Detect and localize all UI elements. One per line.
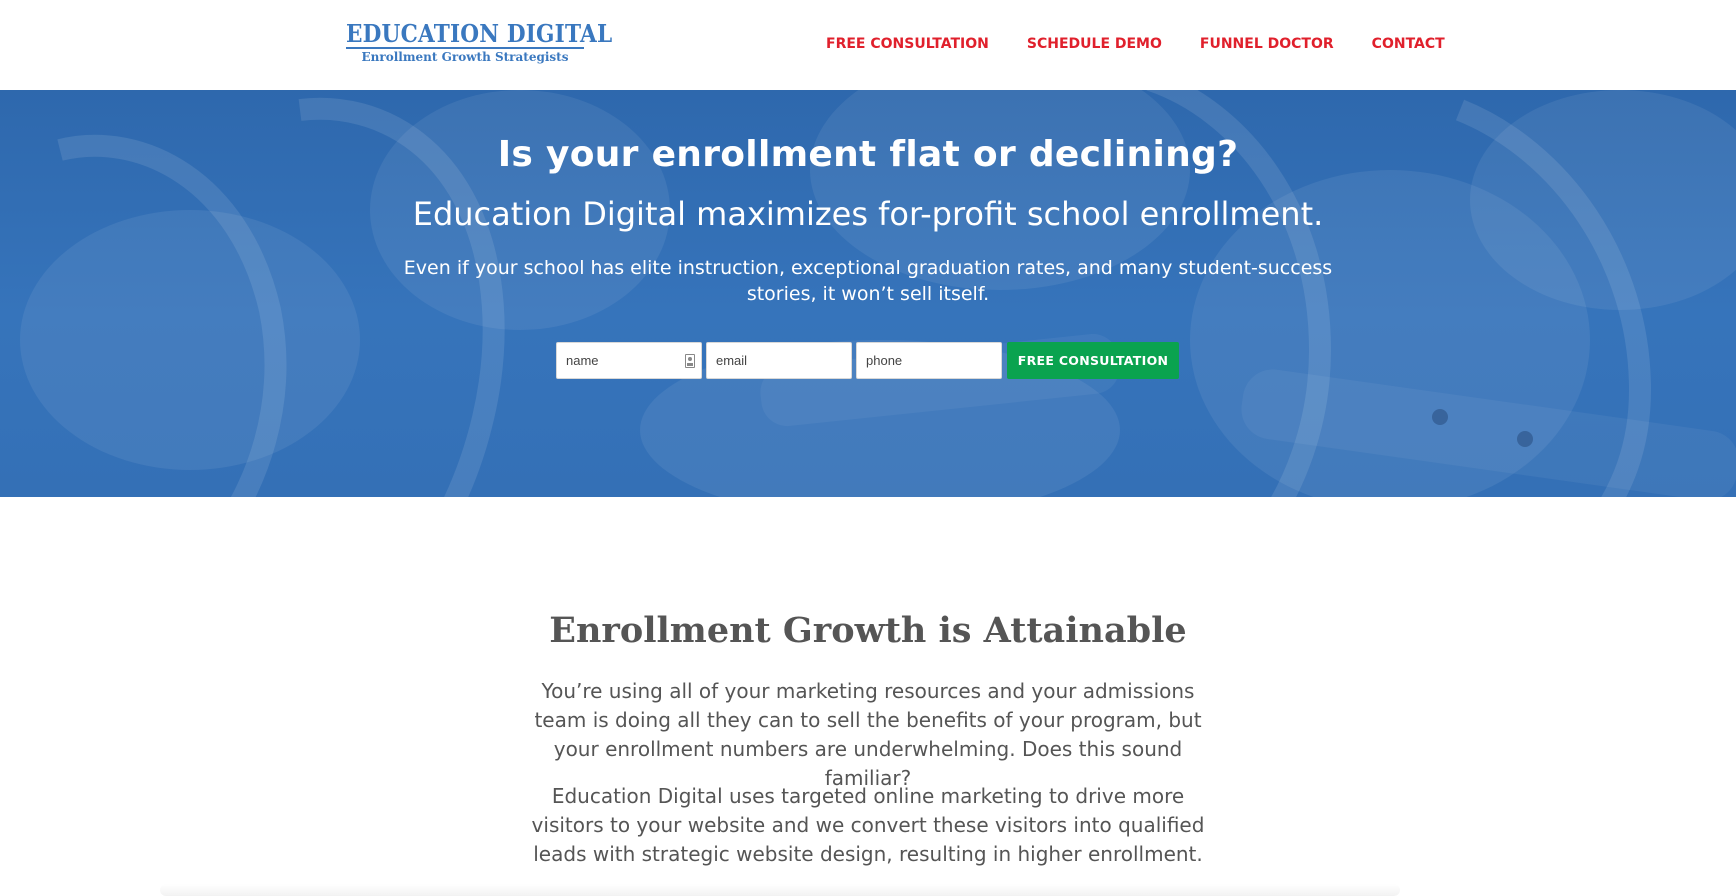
main-nav: FREE CONSULTATION SCHEDULE DEMO FUNNEL D… — [826, 36, 1445, 52]
intro-paragraph: You’re using all of your marketing resou… — [534, 679, 1202, 790]
name-field-wrapper — [556, 342, 702, 379]
nav-funnel-doctor[interactable]: FUNNEL DOCTOR — [1200, 36, 1334, 52]
hero-title: Is your enrollment flat or declining? — [497, 134, 1239, 175]
nav-schedule-demo[interactable]: SCHEDULE DEMO — [1027, 36, 1162, 52]
solution-paragraph: Education Digital uses targeted online m… — [531, 784, 1205, 866]
consultation-form: FREE CONSULTATION — [556, 342, 1179, 379]
logo[interactable]: EDUCATION DIGITAL Enrollment Growth Stra… — [346, 19, 613, 64]
next-section-shadow — [160, 884, 1400, 896]
phone-input[interactable] — [857, 343, 1001, 378]
email-field-wrapper — [706, 342, 852, 379]
nav-contact[interactable]: CONTACT — [1372, 36, 1445, 52]
nav-free-consultation[interactable]: FREE CONSULTATION — [826, 36, 989, 52]
name-input[interactable] — [557, 343, 701, 378]
email-input[interactable] — [707, 343, 851, 378]
phone-field-wrapper — [856, 342, 1002, 379]
free-consultation-button[interactable]: FREE CONSULTATION — [1007, 342, 1179, 379]
logo-title: EDUCATION DIGITAL — [346, 19, 613, 48]
hero-description: Even if your school has elite instructio… — [403, 257, 1333, 305]
hero-subtitle: Education Digital maximizes for-profit s… — [412, 195, 1324, 233]
site-header: EDUCATION DIGITAL Enrollment Growth Stra… — [0, 0, 1736, 90]
logo-subtitle: Enrollment Growth Strategists — [361, 50, 569, 64]
hero-section: Is your enrollment flat or declining? Ed… — [0, 90, 1736, 497]
contact-card-icon[interactable] — [685, 354, 695, 368]
section-title: Enrollment Growth is Attainable — [549, 610, 1187, 651]
